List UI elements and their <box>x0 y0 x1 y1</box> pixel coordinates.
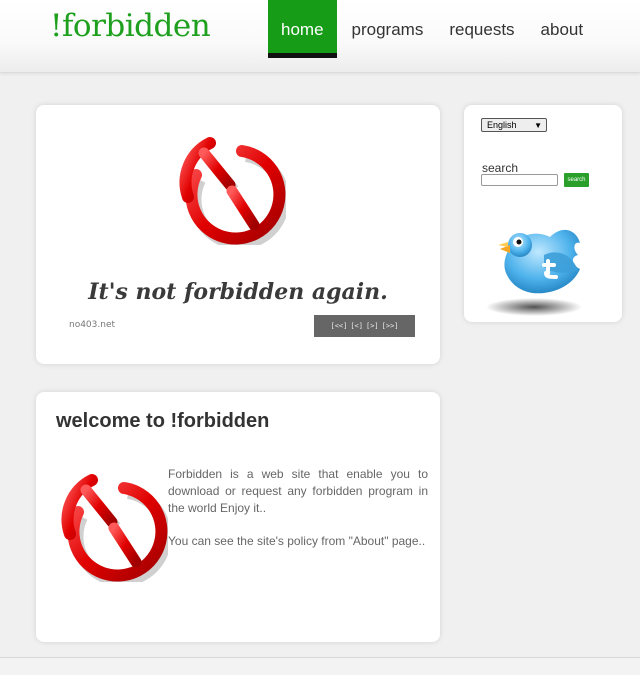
language-selected-value: English <box>487 120 517 130</box>
forbidden-sign-icon <box>179 137 286 245</box>
slide-pager: [<<] [<] [>] [>>] <box>314 315 415 337</box>
slide-caption: It's not forbidden again. <box>88 279 388 305</box>
nav-requests[interactable]: requests <box>436 0 527 58</box>
search-input[interactable] <box>481 174 558 186</box>
slider-card: It's not forbidden again. no403.net [<<]… <box>36 105 440 364</box>
welcome-paragraph-1: Forbidden is a web site that enable you … <box>168 467 428 515</box>
twitter-bird-icon[interactable] <box>480 215 588 319</box>
nav-programs[interactable]: programs <box>339 0 437 58</box>
site-logo[interactable]: !forbidden <box>50 8 211 44</box>
search-button[interactable]: search <box>564 173 589 187</box>
language-select[interactable]: English ▼ <box>481 118 547 132</box>
pager-prev-button[interactable]: [<] <box>350 322 363 330</box>
main-nav: home programs requests about <box>268 0 596 58</box>
nav-about[interactable]: about <box>528 0 597 58</box>
nav-home[interactable]: home <box>268 0 337 58</box>
slide-site-label: no403.net <box>69 320 116 330</box>
welcome-title: welcome to !forbidden <box>56 410 270 432</box>
pager-first-button[interactable]: [<<] <box>330 322 347 330</box>
footer <box>0 657 640 675</box>
sidebar-card: English ▼ search search <box>464 105 622 322</box>
pager-next-button[interactable]: [>] <box>366 322 379 330</box>
search-label: search <box>482 161 519 175</box>
welcome-card: welcome to !forbidden Forbidden is a web… <box>36 392 440 642</box>
welcome-paragraph-2: You can see the site's policy from "Abou… <box>168 534 426 548</box>
pager-last-button[interactable]: [>>] <box>382 322 399 330</box>
welcome-description: Forbidden is a web site that enable you … <box>168 466 428 566</box>
site-header: !forbidden home programs requests about <box>0 0 640 73</box>
forbidden-sign-icon <box>61 474 168 582</box>
dropdown-arrow-icon: ▼ <box>534 121 542 130</box>
